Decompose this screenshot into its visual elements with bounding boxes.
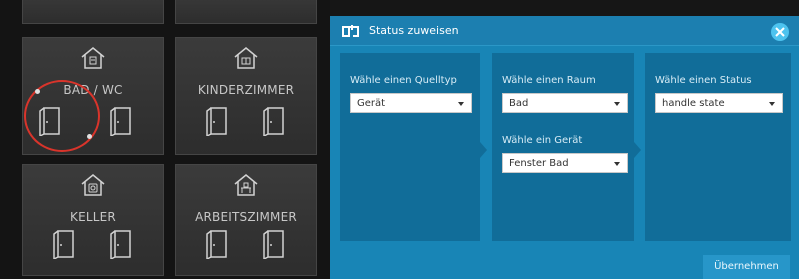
door-icon[interactable] — [206, 229, 228, 259]
room-tile-keller[interactable]: KELLER — [22, 164, 164, 276]
select-value: Bad — [509, 98, 529, 109]
source-type-select[interactable]: Gerät — [350, 93, 472, 113]
door-icon[interactable] — [263, 229, 285, 259]
close-button[interactable] — [771, 23, 789, 41]
marker-dot — [87, 134, 92, 139]
caret-down-icon — [769, 102, 775, 106]
dialog-header: Status zuweisen — [330, 16, 799, 46]
status-assign-dialog: Status zuweisen Wähle einen Quelltyp Ger… — [330, 16, 799, 279]
house-icon — [234, 47, 258, 69]
room-select[interactable]: Bad — [502, 93, 628, 113]
door-icon[interactable] — [110, 229, 132, 259]
close-icon — [775, 27, 785, 37]
link-icon — [342, 25, 359, 37]
room-tile-partial[interactable] — [175, 0, 317, 24]
status-label: Wähle einen Status — [655, 75, 752, 86]
room-tile-kinderzimmer[interactable]: KINDERZIMMER — [175, 37, 317, 155]
caret-down-icon — [614, 102, 620, 106]
room-column: Wähle einen Raum Bad Wähle ein Gerät Fen… — [492, 53, 634, 241]
house-icon — [81, 47, 105, 69]
caret-down-icon — [458, 102, 464, 106]
door-icon[interactable] — [206, 106, 228, 136]
room-label: Wähle einen Raum — [502, 75, 596, 86]
status-column: Wähle einen Status handle state — [645, 53, 791, 241]
apply-button[interactable]: Übernehmen — [703, 255, 790, 279]
door-icon[interactable] — [110, 106, 132, 136]
caret-down-icon — [614, 162, 620, 166]
marker-dot — [35, 89, 40, 94]
select-value: Gerät — [357, 98, 386, 109]
room-grid: BAD / WC KINDERZIMMER KELLER ARBEITSZIMM… — [0, 0, 330, 279]
step-arrow — [480, 142, 487, 158]
room-tile-partial[interactable] — [22, 0, 164, 24]
room-name: KINDERZIMMER — [197, 83, 295, 97]
door-icon[interactable] — [263, 106, 285, 136]
room-tile-arbeitszimmer[interactable]: ARBEITSZIMMER — [175, 164, 317, 276]
source-type-label: Wähle einen Quelltyp — [350, 75, 457, 86]
source-type-column: Wähle einen Quelltyp Gerät — [340, 53, 480, 241]
room-name: ARBEITSZIMMER — [195, 210, 297, 224]
select-value: handle state — [662, 98, 725, 109]
house-icon — [234, 174, 258, 196]
select-value: Fenster Bad — [509, 158, 569, 169]
door-icon[interactable] — [53, 229, 75, 259]
room-name: KELLER — [70, 210, 116, 224]
status-select[interactable]: handle state — [655, 93, 783, 113]
step-arrow — [634, 142, 641, 158]
house-icon — [81, 174, 105, 196]
device-label: Wähle ein Gerät — [502, 135, 583, 146]
dialog-title: Status zuweisen — [369, 24, 459, 37]
device-select[interactable]: Fenster Bad — [502, 153, 628, 173]
